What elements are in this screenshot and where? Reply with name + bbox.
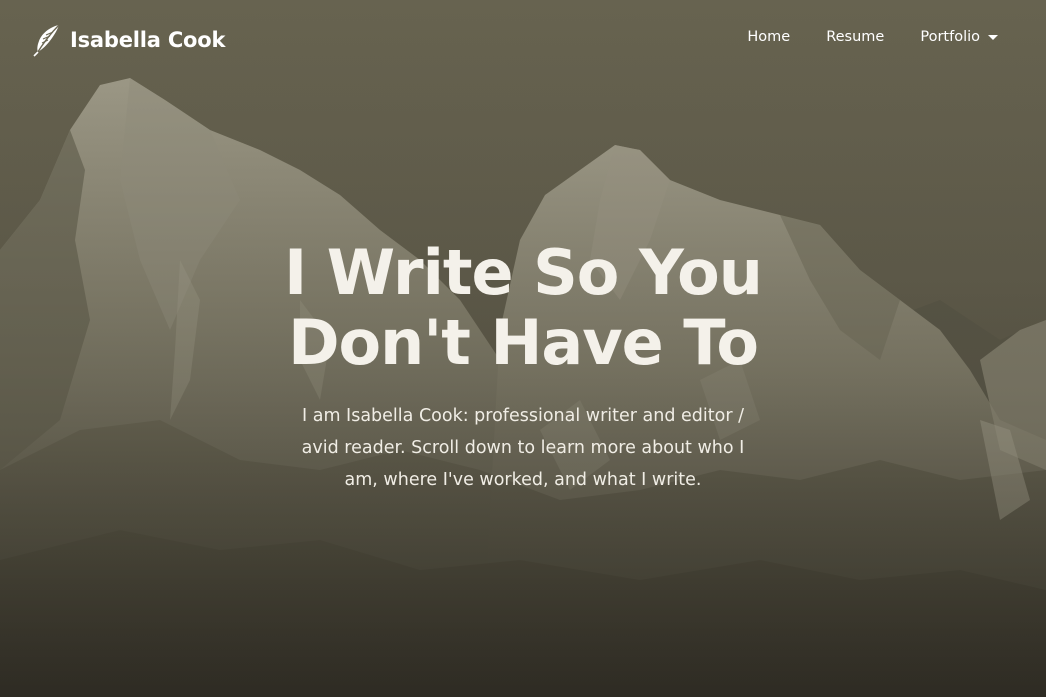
nav-item-portfolio-label: Portfolio [920, 29, 980, 45]
caret-down-icon [988, 35, 998, 40]
nav-item-resume[interactable]: Resume [826, 29, 884, 45]
hero-title: I Write So You Don't Have To [284, 236, 763, 379]
top-navbar: Isabella Cook Home Resume Portfolio [0, 0, 1046, 80]
nav-links: Home Resume Portfolio [711, 29, 998, 45]
brand-link[interactable]: Isabella Cook [32, 22, 225, 58]
nav-item-home[interactable]: Home [747, 29, 790, 45]
hero-content: I Write So You Don't Have To I am Isabel… [0, 238, 1046, 496]
hero-section: Isabella Cook Home Resume Portfolio I Wr… [0, 0, 1046, 697]
feather-quill-icon [32, 23, 62, 57]
nav-item-portfolio-dropdown[interactable]: Portfolio [920, 29, 998, 45]
hero-subtitle: I am Isabella Cook: professional writer … [301, 406, 745, 490]
brand-name: Isabella Cook [70, 28, 226, 52]
